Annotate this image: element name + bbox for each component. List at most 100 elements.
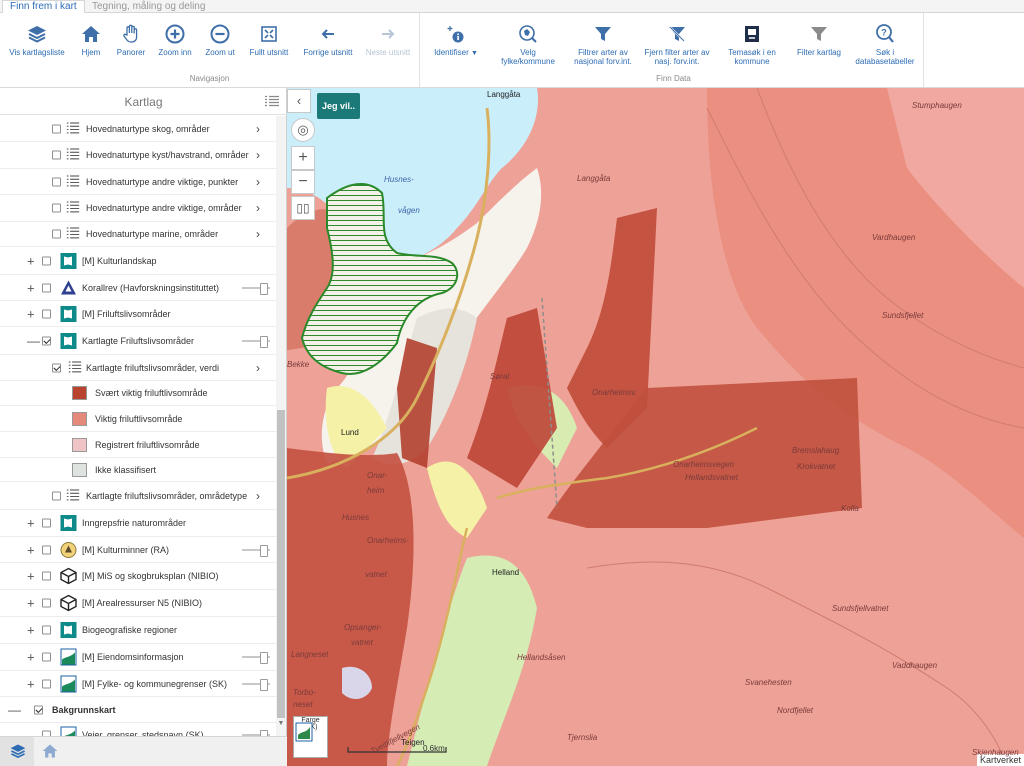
collapse-icon[interactable]: — xyxy=(27,334,40,347)
locate-button[interactable]: ◎ xyxy=(291,118,315,142)
layer-checkbox[interactable] xyxy=(52,124,61,133)
layer-row[interactable]: Hovednaturtype andre viktige, punkter › xyxy=(0,169,276,195)
layer-checkbox[interactable] xyxy=(34,705,43,714)
layer-checkbox[interactable] xyxy=(42,598,51,608)
hjem-button[interactable]: Hjem xyxy=(74,23,108,57)
layer-checkbox[interactable] xyxy=(42,545,51,554)
opacity-slider[interactable] xyxy=(242,544,270,557)
layer-row[interactable]: Hovednaturtype marine, områder › xyxy=(0,222,276,247)
layer-checkbox[interactable] xyxy=(42,625,51,635)
expand-icon[interactable]: + xyxy=(27,570,36,583)
layer-checkbox[interactable] xyxy=(52,177,61,186)
tab-tegning-maling-deling[interactable]: Tegning, måling og deling xyxy=(84,0,213,13)
legend-button[interactable]: ▯▯ xyxy=(291,196,315,220)
layer-checkbox[interactable] xyxy=(42,571,51,581)
layer-row[interactable]: Hovednaturtype andre viktige, områder › xyxy=(0,195,276,222)
layer-checkbox[interactable] xyxy=(52,150,61,160)
collapse-icon[interactable]: — xyxy=(8,703,21,716)
layer-checkbox[interactable] xyxy=(52,491,61,500)
opacity-slider[interactable] xyxy=(242,335,270,348)
place-label: vatnet xyxy=(365,570,387,579)
zoom-in-icon xyxy=(165,24,185,44)
home-icon[interactable] xyxy=(41,742,59,760)
layer-checkbox[interactable] xyxy=(52,363,61,372)
layer-row[interactable]: + [M] Eiendomsinformasjon xyxy=(0,644,276,671)
layer-checkbox[interactable] xyxy=(42,679,51,688)
expand-icon[interactable]: + xyxy=(27,307,36,320)
layer-row[interactable]: — Bakgrunnskart xyxy=(0,697,276,723)
layer-list: Hovednaturtype skog, områder › Hovednaturt… xyxy=(0,116,276,736)
layer-checkbox[interactable] xyxy=(52,229,61,239)
temasok-button[interactable]: Temasøk i en kommune xyxy=(720,23,784,66)
identifiser-button[interactable]: Identifiser ▼ xyxy=(426,23,486,58)
map-layer-icon xyxy=(60,622,77,639)
expand-icon[interactable]: + xyxy=(27,281,36,294)
chevron-right-icon[interactable]: › xyxy=(256,149,266,161)
jeg-vil-button[interactable]: Jeg vil.. xyxy=(317,93,360,119)
panorer-button[interactable]: Panorer xyxy=(112,23,150,57)
layer-row[interactable]: + Biogeografiske regioner xyxy=(0,617,276,644)
layer-row[interactable]: + [M] MiS og skogbruksplan (NIBIO) xyxy=(0,563,276,590)
place-label: Svanehesten xyxy=(745,678,792,687)
zoom-ut-button[interactable]: Zoom ut xyxy=(200,23,240,57)
opacity-slider[interactable] xyxy=(242,652,270,664)
sok-databasetabeller-button[interactable]: ? Søk i databasetabeller xyxy=(852,23,918,66)
vis-kartlagsliste-button[interactable]: Vis kartlagsliste xyxy=(6,23,68,57)
layer-checkbox[interactable] xyxy=(42,309,51,318)
layer-row[interactable]: + Inngrepsfrie naturområder xyxy=(0,510,276,537)
layer-row[interactable]: — Kartlagte Friluftslivsområder xyxy=(0,327,276,355)
filter-kartlag-button[interactable]: Filter kartlag xyxy=(792,23,846,57)
opacity-slider[interactable] xyxy=(242,678,270,691)
opacity-slider[interactable] xyxy=(242,282,270,295)
map-view[interactable]: Jeg vil.. ‹ ◎ + − ▯▯ Farge (SK) 0.6km Ka… xyxy=(287,88,1024,766)
layer-checkbox[interactable] xyxy=(42,283,51,292)
layer-row[interactable]: + [M] Kulturlandskap xyxy=(0,247,276,275)
filter-layers-icon xyxy=(811,27,827,41)
layer-row[interactable]: + Korallrev (Havforskningsinstituttet) xyxy=(0,275,276,301)
filtrer-arter-button[interactable]: Filtrer arter av nasjonal forv.int. xyxy=(570,23,636,66)
collapse-panel-button[interactable]: ‹ xyxy=(287,89,311,113)
forrige-utsnitt-button[interactable]: Forrige utsnitt xyxy=(300,23,356,57)
layer-row[interactable]: Hovednaturtype skog, områder › xyxy=(0,116,276,142)
expand-icon[interactable]: + xyxy=(27,543,36,556)
zoom-inn-button[interactable]: Zoom inn xyxy=(154,23,196,57)
chevron-right-icon[interactable]: › xyxy=(256,362,266,374)
fullt-utsnitt-button[interactable]: Fullt utsnitt xyxy=(244,23,294,57)
layer-row[interactable]: + [M] Friluftslivsområder xyxy=(0,301,276,327)
expand-icon[interactable]: + xyxy=(27,624,36,637)
layer-row[interactable]: Hovednaturtype kyst/havstrand, områder › xyxy=(0,142,276,169)
layers-toggle-button[interactable] xyxy=(0,737,34,766)
chevron-right-icon[interactable]: › xyxy=(256,490,266,502)
layer-row[interactable]: + [M] Fylke- og kommunegrenser (SK) xyxy=(0,671,276,697)
expand-icon[interactable]: + xyxy=(27,597,36,610)
chevron-right-icon[interactable]: › xyxy=(256,123,266,135)
layer-checkbox[interactable] xyxy=(42,652,51,662)
chevron-right-icon[interactable]: › xyxy=(256,202,266,214)
expand-icon[interactable]: + xyxy=(27,254,36,267)
expand-icon[interactable]: + xyxy=(27,677,36,690)
layer-row[interactable]: Veier, grenser, stedsnavn (SK) xyxy=(0,723,276,736)
layer-checkbox[interactable] xyxy=(52,203,61,213)
layer-checkbox[interactable] xyxy=(42,256,51,265)
layer-row[interactable]: Kartlagte friluftslivsområder, verdi › xyxy=(0,355,276,381)
velg-fylke-kommune-button[interactable]: Velg fylke/kommune xyxy=(496,23,560,66)
chevron-right-icon[interactable]: › xyxy=(256,228,266,240)
layers-icon xyxy=(10,744,26,759)
layer-checkbox[interactable] xyxy=(42,518,51,528)
neste-utsnitt-button[interactable]: Neste utsnitt xyxy=(362,23,414,57)
scroll-down-arrow-icon[interactable]: ▼ xyxy=(277,720,285,730)
expand-icon[interactable]: + xyxy=(27,651,36,664)
map-zoom-in-button[interactable]: + xyxy=(291,146,315,170)
tab-finn-frem-i-kart[interactable]: Finn frem i kart xyxy=(2,0,85,14)
fjern-filter-arter-button[interactable]: Fjern filter arter av nasj. forv.int. xyxy=(644,23,710,66)
map-zoom-out-button[interactable]: − xyxy=(291,170,315,194)
list-icon[interactable] xyxy=(265,95,279,107)
expand-icon[interactable]: + xyxy=(27,517,36,530)
layer-row[interactable]: + [M] Kulturminner (RA) xyxy=(0,537,276,563)
layer-checkbox[interactable] xyxy=(42,336,51,345)
layer-row[interactable]: Kartlagte friluftslivsområder, områdetyp… xyxy=(0,482,276,510)
chevron-right-icon[interactable]: › xyxy=(256,176,266,188)
layer-row[interactable]: + [M] Arealressurser N5 (NIBIO) xyxy=(0,590,276,617)
scrollbar-thumb[interactable] xyxy=(277,410,285,718)
basemap-switcher[interactable]: Farge (SK) xyxy=(293,716,328,758)
